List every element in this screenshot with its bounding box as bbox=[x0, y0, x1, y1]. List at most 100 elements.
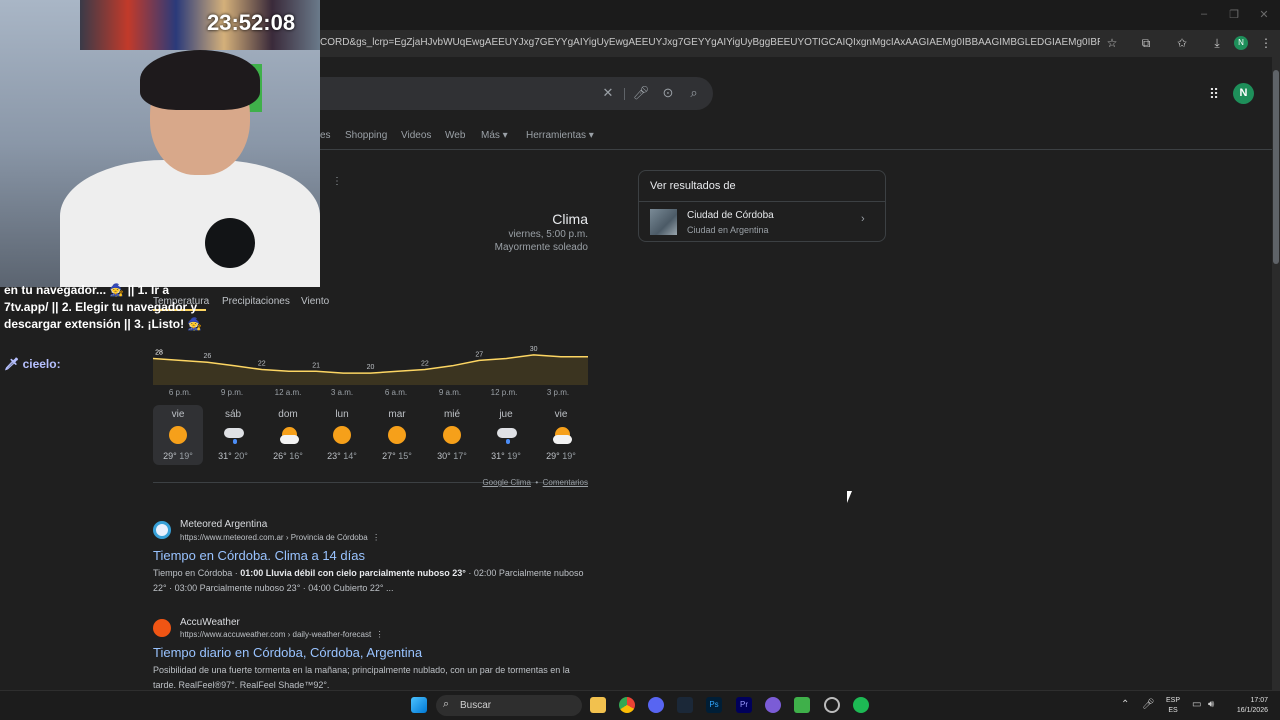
chrome-icon[interactable] bbox=[619, 697, 635, 713]
close-window-icon[interactable]: ✕ bbox=[1254, 8, 1274, 21]
tab-shopping[interactable]: Shopping bbox=[345, 130, 387, 141]
forecast-day[interactable]: mié 30° 17° bbox=[427, 405, 477, 465]
spotify-icon[interactable] bbox=[853, 697, 869, 713]
result-site[interactable]: Meteored Argentina bbox=[180, 519, 267, 530]
weather-menu-icon[interactable]: ⋮ bbox=[332, 176, 342, 187]
lens-search-icon[interactable]: ⊙ bbox=[659, 85, 677, 101]
low-temp: 20° bbox=[231, 451, 248, 461]
high-temp: 30° bbox=[437, 451, 451, 461]
temperature-label: 22 bbox=[421, 360, 429, 367]
search-input[interactable] bbox=[320, 77, 713, 110]
day-name: vie bbox=[171, 409, 185, 420]
google-weather-link[interactable]: Google Clima bbox=[482, 478, 530, 487]
forecast-day[interactable]: vie 29° 19° bbox=[153, 405, 203, 465]
clear-search-icon[interactable]: ✕ bbox=[599, 85, 617, 101]
app-icon[interactable] bbox=[765, 697, 781, 713]
result-url[interactable]: https://www.accuweather.com › daily-weat… bbox=[180, 630, 384, 639]
forecast-day[interactable]: lun 23° 14° bbox=[317, 405, 367, 465]
forecast-day[interactable]: dom 26° 16° bbox=[263, 405, 313, 465]
streamer-body bbox=[60, 160, 320, 287]
premiere-icon[interactable]: Pr bbox=[736, 697, 752, 713]
volume-icon[interactable]: 🔊︎ bbox=[1208, 699, 1214, 710]
tab-precipitation[interactable]: Precipitaciones bbox=[222, 296, 290, 307]
google-profile-avatar[interactable]: N bbox=[1233, 83, 1254, 104]
tab-videos[interactable]: Videos bbox=[401, 130, 431, 141]
sun-icon bbox=[332, 426, 352, 446]
chevron-right-icon[interactable]: › bbox=[861, 213, 865, 225]
day-temperature: 26° 16° bbox=[263, 451, 313, 461]
steam-icon[interactable] bbox=[677, 697, 693, 713]
partly-sunny-icon bbox=[278, 426, 299, 446]
file-explorer-icon[interactable] bbox=[590, 697, 606, 713]
day-name: sáb bbox=[224, 409, 242, 420]
microphone bbox=[205, 218, 255, 268]
forecast-day[interactable]: mar 27° 15° bbox=[372, 405, 422, 465]
low-temp: 17° bbox=[450, 451, 467, 461]
tab-images[interactable]: es bbox=[320, 130, 331, 141]
google-apps-icon[interactable]: ⠿ bbox=[1206, 86, 1222, 102]
minecraft-icon[interactable] bbox=[794, 697, 810, 713]
cloud-rain-icon bbox=[496, 426, 517, 446]
temperature-label: 22 bbox=[258, 360, 266, 367]
sun-icon bbox=[387, 426, 407, 446]
low-temp: 19° bbox=[559, 451, 576, 461]
result-snippet: Tiempo en Córdoba · 01:00 Lluvia débil c… bbox=[153, 568, 584, 593]
hour-tick-label: 6 a.m. bbox=[384, 388, 408, 397]
high-temp: 29° bbox=[163, 451, 177, 461]
discord-icon[interactable] bbox=[648, 697, 664, 713]
tab-more[interactable]: Más ▾ bbox=[481, 130, 508, 141]
day-name: mar bbox=[388, 409, 406, 420]
tab-web[interactable]: Web bbox=[445, 130, 465, 141]
download-icon[interactable]: ⤓ bbox=[1207, 34, 1227, 52]
taskbar-clock[interactable]: 17:07 16/1/2026 bbox=[1222, 696, 1268, 716]
tab-tools[interactable]: Herramientas ▾ bbox=[526, 130, 594, 141]
forecast-day[interactable]: jue 31° 19° bbox=[481, 405, 531, 465]
obs-icon[interactable] bbox=[824, 697, 840, 713]
hour-tick-label: 12 p.m. bbox=[490, 388, 518, 397]
bookmark-star-icon[interactable]: ☆ bbox=[1102, 34, 1122, 52]
photoshop-icon[interactable]: Ps bbox=[706, 697, 722, 713]
taskbar-search-placeholder: Buscar bbox=[460, 700, 492, 711]
chrome-profile-avatar[interactable]: N bbox=[1234, 36, 1248, 50]
chat-username: 🗡 cieelo: bbox=[4, 357, 61, 371]
maximize-icon[interactable]: ❐ bbox=[1224, 8, 1244, 21]
forecast-day[interactable]: vie 29° 19° bbox=[536, 405, 586, 465]
more-menu-icon[interactable]: ⋮ bbox=[1256, 34, 1276, 52]
microphone-icon[interactable]: 🎤︎ bbox=[1142, 699, 1155, 710]
tab-wind[interactable]: Viento bbox=[301, 296, 329, 307]
start-icon[interactable] bbox=[411, 697, 427, 713]
minimize-icon[interactable]: – bbox=[1194, 8, 1214, 20]
sun-icon bbox=[442, 426, 462, 446]
city-name-link[interactable]: Ciudad de Córdoba bbox=[687, 210, 774, 221]
low-temp: 19° bbox=[176, 451, 193, 461]
search-icon[interactable]: ⌕ bbox=[685, 85, 703, 101]
partly-sunny-icon bbox=[551, 426, 572, 446]
scrollbar-thumb[interactable] bbox=[1273, 70, 1279, 264]
result-title-link[interactable]: Tiempo diario en Córdoba, Córdoba, Argen… bbox=[153, 645, 422, 660]
extensions-icon[interactable]: ⧉ bbox=[1136, 34, 1156, 52]
search-divider bbox=[624, 88, 625, 100]
day-temperature: 31° 19° bbox=[481, 451, 531, 461]
low-temp: 14° bbox=[340, 451, 357, 461]
feedback-link[interactable]: Comentarios bbox=[543, 478, 588, 487]
day-temperature: 27° 15° bbox=[372, 451, 422, 461]
voice-search-icon[interactable]: 🎤︎ bbox=[632, 85, 650, 101]
result-site[interactable]: AccuWeather bbox=[180, 617, 240, 628]
url-field[interactable]: CORD&gs_lcrp=EgZjaHJvbWUqEwgAEEUYJxg7GEY… bbox=[320, 37, 1100, 51]
city-thumbnail[interactable] bbox=[650, 209, 677, 235]
hour-tick-label: 3 p.m. bbox=[546, 388, 570, 397]
day-temperature: 29° 19° bbox=[153, 451, 203, 461]
result-title-link[interactable]: Tiempo en Córdoba. Clima a 14 días bbox=[153, 548, 365, 563]
forecast-day[interactable]: sáb 31° 20° bbox=[208, 405, 258, 465]
high-temp: 31° bbox=[218, 451, 232, 461]
temperature-label: 26 bbox=[203, 353, 211, 360]
panel-title: Ver resultados de bbox=[650, 180, 736, 192]
bookmarks-icon[interactable]: ✩ bbox=[1172, 34, 1192, 52]
day-temperature: 31° 20° bbox=[208, 451, 258, 461]
result-url[interactable]: https://www.meteored.com.ar › Provincia … bbox=[180, 533, 380, 542]
taskbar-search[interactable] bbox=[436, 695, 582, 716]
network-icon[interactable]: ▭ bbox=[1192, 699, 1201, 710]
day-temperature: 29° 19° bbox=[536, 451, 586, 461]
language-indicator[interactable]: ESP ES bbox=[1164, 696, 1182, 716]
tray-expand-icon[interactable]: ⌃ bbox=[1121, 699, 1129, 710]
